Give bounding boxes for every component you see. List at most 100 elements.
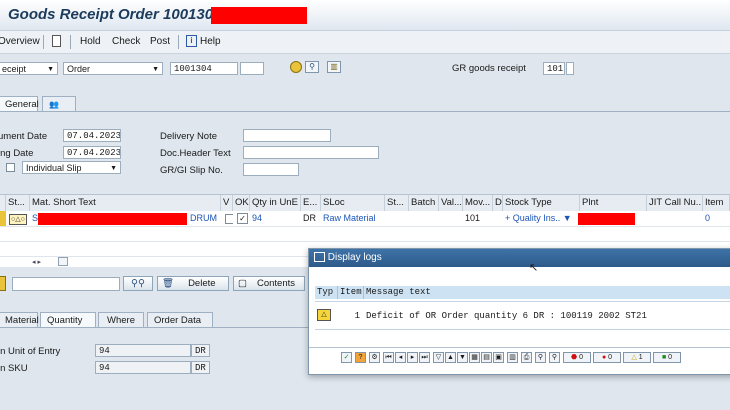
- delivery-note-input[interactable]: [243, 129, 331, 142]
- row-selector[interactable]: [0, 211, 6, 226]
- list-icon[interactable]: ▥: [327, 61, 341, 73]
- find-icon[interactable]: ⚲: [535, 352, 546, 363]
- reference-document-select[interactable]: Order ▼: [63, 62, 163, 75]
- qty-unit-entry-input[interactable]: 94: [95, 344, 191, 357]
- column-header[interactable]: E...: [301, 195, 321, 211]
- tab-material[interactable]: Material: [0, 312, 39, 327]
- qty-sku-input[interactable]: 94: [95, 361, 191, 374]
- technical-info-icon[interactable]: ⚙: [369, 352, 380, 363]
- sort-ascending-icon[interactable]: ▲: [445, 352, 456, 363]
- first-page-icon[interactable]: ⏮: [383, 352, 394, 363]
- sort-descending-icon[interactable]: ▼: [457, 352, 468, 363]
- item-search-input[interactable]: [12, 277, 120, 291]
- tab-where[interactable]: Where: [98, 312, 144, 327]
- check-button[interactable]: Check: [112, 36, 140, 47]
- action-select[interactable]: eceipt ▼: [0, 62, 58, 75]
- gr-slip-input[interactable]: [243, 163, 299, 176]
- posting-date-input[interactable]: 07.04.2023: [63, 146, 121, 159]
- order-item-input[interactable]: [240, 62, 264, 75]
- find-items-icon[interactable]: ⚲⚲: [123, 276, 153, 291]
- order-number-input[interactable]: 1001304: [170, 62, 238, 75]
- column-header[interactable]: JIT Call Nu...: [647, 195, 703, 211]
- dialog-title-bar[interactable]: Display logs: [309, 249, 730, 267]
- column-header[interactable]: Item: [703, 195, 730, 211]
- horizontal-scrollbar-thumb[interactable]: [58, 257, 68, 266]
- previous-icon[interactable]: ◂: [395, 352, 406, 363]
- movement-type-input[interactable]: 101: [543, 62, 565, 75]
- scroll-arrows-icon[interactable]: ◂ ▸: [32, 258, 41, 266]
- warning-message-filter[interactable]: △ 1: [623, 352, 651, 363]
- column-header[interactable]: SLoc: [321, 195, 385, 211]
- contents-button[interactable]: ▢ Contents: [233, 276, 305, 291]
- column-header[interactable]: D: [493, 195, 503, 211]
- error-message-filter[interactable]: ● 0: [593, 352, 621, 363]
- document-date-input[interactable]: 07.04.2023: [63, 129, 121, 142]
- hold-button[interactable]: Hold: [80, 36, 101, 47]
- column-header[interactable]: Mat. Short Text: [30, 195, 221, 211]
- save-layout-icon[interactable]: ▣: [493, 352, 504, 363]
- tab-strip-border: [0, 111, 730, 112]
- confirm-icon[interactable]: ✓: [341, 352, 352, 363]
- movement-type-cell: 101: [465, 213, 481, 223]
- layout-icon[interactable]: ▦: [469, 352, 480, 363]
- column-header[interactable]: Mov...: [463, 195, 493, 211]
- dialog-title: Display logs: [327, 252, 382, 263]
- stock-type-cell[interactable]: + Quality Ins.. ▼: [503, 211, 580, 226]
- post-button[interactable]: Post: [150, 36, 170, 47]
- redacted-plant: [578, 213, 635, 225]
- column-header[interactable]: Batch: [409, 195, 439, 211]
- status-traffic-light-icon: ○△○: [9, 214, 27, 225]
- print-icon[interactable]: ⎙: [521, 352, 532, 363]
- new-document-icon[interactable]: [52, 35, 61, 47]
- export-icon[interactable]: ▥: [507, 352, 518, 363]
- next-icon[interactable]: ▸: [407, 352, 418, 363]
- column-header[interactable]: V: [221, 195, 233, 211]
- title-bar: Goods Receipt Order 1001304 -: [0, 0, 730, 31]
- print-slip-checkbox[interactable]: [6, 163, 15, 172]
- success-message-filter[interactable]: ■ 0: [653, 352, 681, 363]
- item-ok-checkbox[interactable]: ✓: [235, 211, 249, 226]
- movement-type-extra[interactable]: [566, 62, 574, 75]
- slip-type-select[interactable]: Individual Slip ▼: [22, 161, 121, 174]
- doc-header-text-input[interactable]: [243, 146, 379, 159]
- column-header[interactable]: St...: [385, 195, 409, 211]
- row-divider: [315, 329, 730, 330]
- tab-general[interactable]: General: [0, 96, 39, 111]
- item-column-header[interactable]: Item: [338, 286, 364, 299]
- gr-label: GR goods receipt: [452, 63, 526, 74]
- stop-message-filter[interactable]: ⬣ 0: [563, 352, 591, 363]
- message-column-header[interactable]: Message text: [364, 286, 730, 299]
- document-icon: ▢: [238, 278, 247, 289]
- column-header[interactable]: Stock Type: [503, 195, 580, 211]
- find-next-icon[interactable]: ⚲: [549, 352, 560, 363]
- last-page-icon[interactable]: ⏭: [419, 352, 430, 363]
- tab-quantity[interactable]: Quantity: [40, 312, 96, 327]
- column-header[interactable]: St...: [6, 195, 30, 211]
- delete-button[interactable]: 🗑 Delete: [157, 276, 229, 291]
- column-header[interactable]: OK: [233, 195, 250, 211]
- column-header[interactable]: Plnt: [580, 195, 647, 211]
- log-row-message[interactable]: Deficit of OR Order quantity 6 DR : 1001…: [366, 311, 647, 321]
- redacted-vendor: [211, 7, 307, 24]
- filter-icon[interactable]: ▽: [433, 352, 444, 363]
- select-layout-icon[interactable]: ▤: [481, 352, 492, 363]
- storage-location-cell[interactable]: Raw Material: [321, 211, 385, 226]
- help-button[interactable]: Help: [200, 36, 221, 47]
- toolbar-separator: [43, 35, 44, 49]
- item-detail-toggle[interactable]: [0, 276, 6, 291]
- find-icon[interactable]: ⚲: [305, 61, 319, 73]
- checkbox-v[interactable]: [223, 211, 233, 226]
- tab-order-data[interactable]: Order Data: [147, 312, 213, 327]
- gr-slip-label: GR/GI Slip No.: [160, 165, 223, 176]
- tab-partner[interactable]: 👥: [42, 96, 76, 111]
- column-header[interactable]: Qty in UnE: [250, 195, 301, 211]
- execute-icon[interactable]: [290, 61, 302, 73]
- column-header[interactable]: Val...: [439, 195, 463, 211]
- quantity-cell[interactable]: 94: [250, 211, 301, 226]
- chevron-down-icon: ▼: [47, 66, 54, 73]
- overview-button[interactable]: Overview: [0, 36, 40, 47]
- typ-column-header[interactable]: Typ: [315, 286, 338, 299]
- stock-type-value: + Quality Ins..: [505, 213, 561, 223]
- help-icon[interactable]: ?: [355, 352, 366, 363]
- qty-unit-entry-label: in Unit of Entry: [0, 346, 61, 357]
